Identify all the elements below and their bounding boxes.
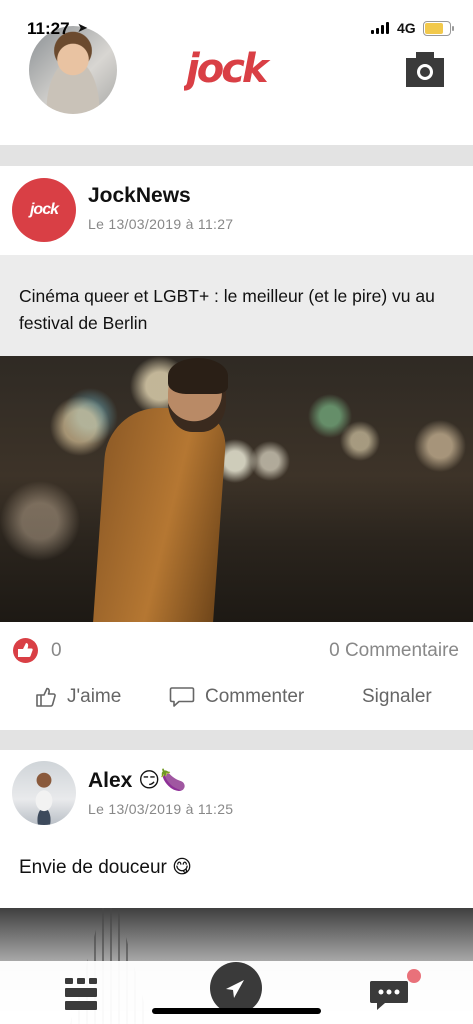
post-header: Alex 😏🍆 Le 13/03/2019 à 11:25 [0,750,473,850]
report-button-label: Signaler [362,686,432,707]
comment-button-label: Commenter [205,686,305,707]
feed-icon[interactable] [63,976,99,1012]
svg-text:jock: jock [184,46,271,92]
thumbs-up-icon [36,687,56,707]
post-stats: 0 0 Commentaire J'aime Commenter Signale… [0,622,473,730]
battery-icon [423,21,454,36]
feed-separator [0,730,473,750]
camera-icon[interactable] [404,48,446,88]
chat-icon[interactable] [369,979,409,1011]
like-button[interactable]: J'aime [35,686,121,708]
author-avatar[interactable]: jock [12,178,76,242]
author-avatar[interactable] [12,761,76,825]
post-text[interactable]: Envie de douceur 😋 [19,856,192,879]
post-title-box[interactable]: Cinéma queer et LGBT+ : le meilleur (et … [0,255,473,356]
post-image[interactable] [0,356,473,622]
comment-icon [169,687,195,707]
post-title[interactable]: Cinéma queer et LGBT+ : le meilleur (et … [19,283,453,337]
status-bar: 11:27 ➤ 4G [0,0,473,44]
like-button-label: J'aime [67,686,122,707]
status-time: 11:27 [27,19,70,38]
post-date: Le 13/03/2019 à 11:27 [88,216,234,232]
nearby-button[interactable] [210,962,262,1014]
signal-icon [371,22,389,34]
comment-button[interactable]: Commenter [169,686,304,708]
post-header: jock JockNews Le 13/03/2019 à 11:27 [0,166,473,256]
post-author[interactable]: JockNews [88,184,191,208]
photo-hair [168,358,228,394]
home-indicator[interactable] [152,1008,321,1014]
navigation-arrow-icon [226,980,244,998]
jock-logo-icon: jock [180,46,274,92]
like-badge-icon [13,638,38,663]
app-logo: jock [180,44,290,94]
report-button[interactable]: Signaler [362,686,432,708]
network-type: 4G [397,20,416,36]
like-count: 0 [51,640,62,661]
feed-separator [0,145,473,166]
notification-dot [407,969,421,983]
location-arrow-icon: ➤ [77,20,88,35]
post-author[interactable]: Alex 😏🍆 [88,768,186,793]
post-date: Le 13/03/2019 à 11:25 [88,801,234,817]
photo-figure [91,408,229,622]
comment-count[interactable]: 0 Commentaire [329,640,459,662]
bottom-navigation [0,961,473,1024]
